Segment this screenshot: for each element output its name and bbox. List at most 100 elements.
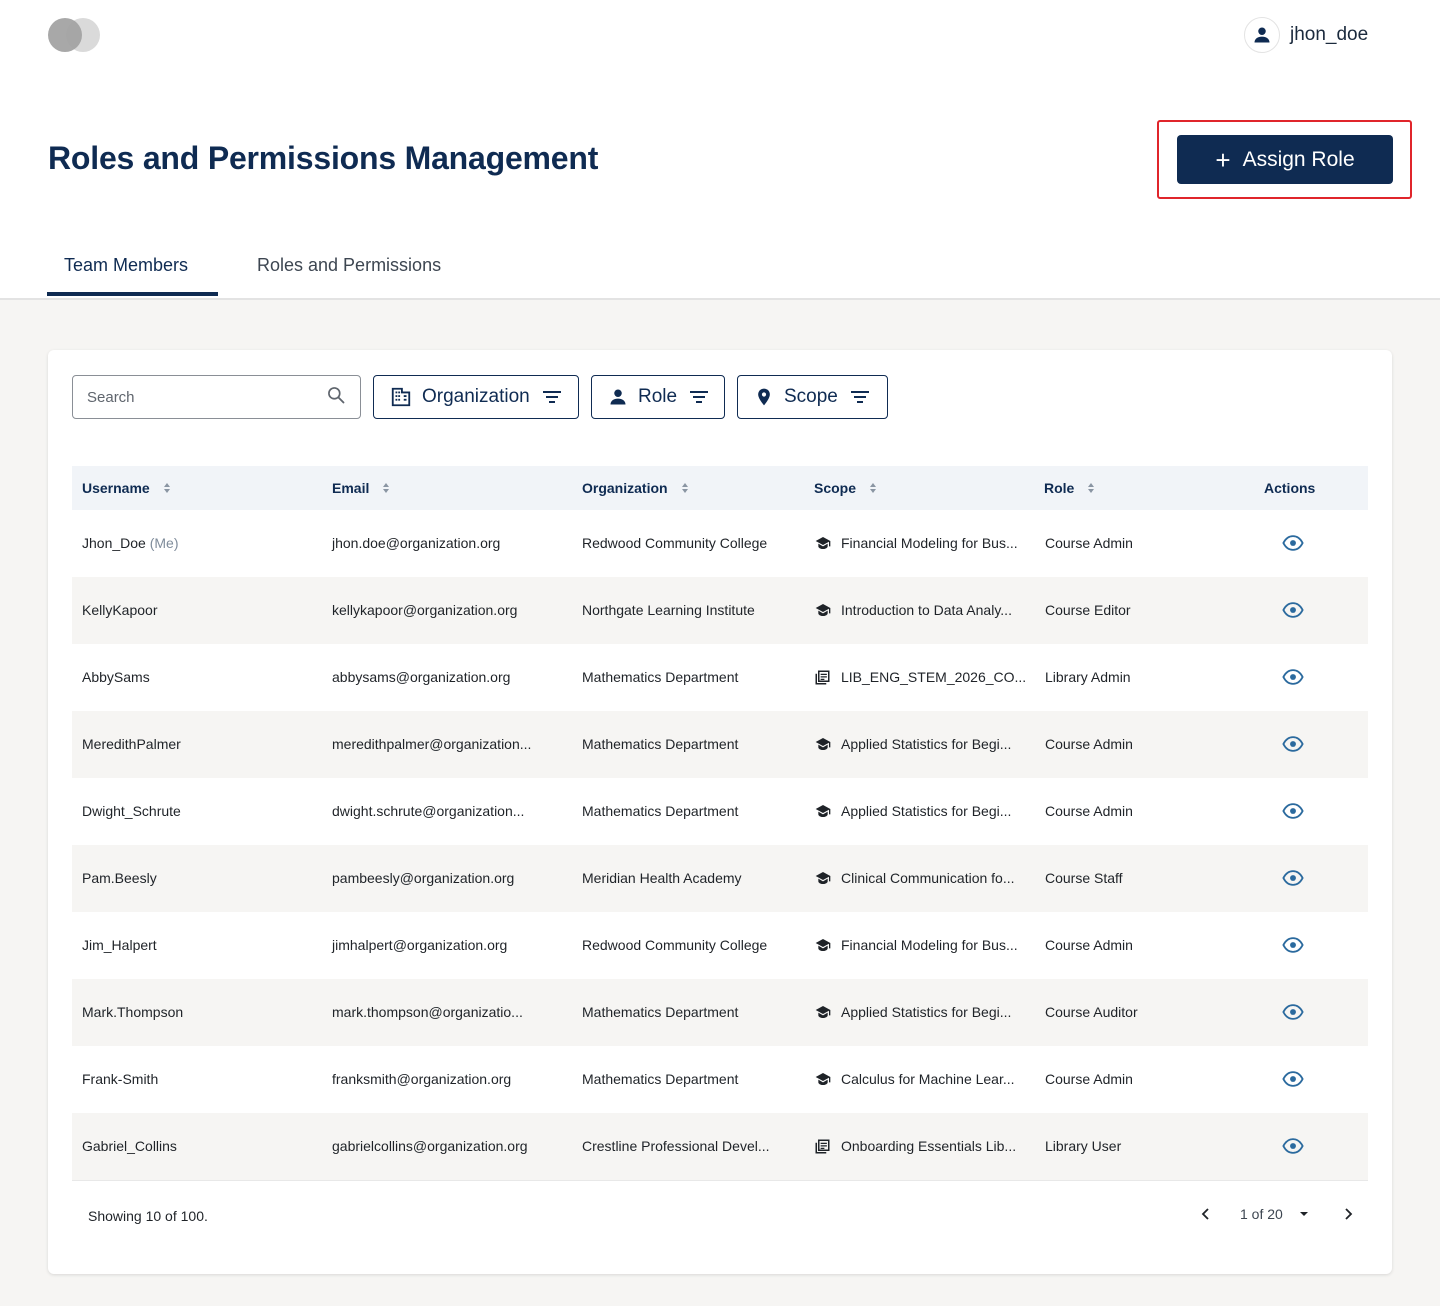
cell-role: Course Admin bbox=[1045, 535, 1133, 551]
cell-scope: Financial Modeling for Bus... bbox=[815, 535, 1018, 551]
cell-role: Course Admin bbox=[1045, 803, 1133, 819]
username: AbbySams bbox=[82, 669, 150, 685]
user-name: jhon_doe bbox=[1290, 24, 1369, 45]
scope-label: Onboarding Essentials Lib... bbox=[841, 1138, 1017, 1154]
column-header-actions: Actions bbox=[1264, 480, 1315, 496]
cell-scope: Onboarding Essentials Lib... bbox=[815, 1138, 1016, 1154]
cell-scope: Applied Statistics for Begi... bbox=[815, 803, 1011, 819]
previous-page-button[interactable] bbox=[1198, 1206, 1214, 1222]
view-eye-icon[interactable] bbox=[1282, 934, 1304, 961]
cell-email: mark.thompson@organizatio... bbox=[332, 1004, 523, 1020]
page-indicator: 1 of 20 bbox=[1240, 1206, 1283, 1222]
role-filter-button[interactable]: Role bbox=[591, 375, 725, 419]
logo bbox=[48, 18, 102, 52]
scope-filter-label: Scope bbox=[784, 386, 838, 407]
cell-username: Mark.Thompson bbox=[82, 1004, 183, 1020]
column-label: Username bbox=[82, 480, 150, 496]
assign-role-button[interactable]: + Assign Role bbox=[1177, 135, 1393, 184]
cell-email: franksmith@organization.org bbox=[332, 1071, 512, 1087]
filter-list-icon bbox=[542, 389, 562, 405]
table-row: Jhon_Doe (Me) jhon.doe@organization.org Re… bbox=[72, 510, 1368, 577]
view-eye-icon[interactable] bbox=[1282, 800, 1304, 827]
sort-icon[interactable] bbox=[381, 481, 391, 495]
cell-username: AbbySams bbox=[82, 669, 150, 685]
column-header-username[interactable]: Username bbox=[82, 480, 172, 496]
username: Jhon_Doe bbox=[82, 535, 146, 551]
table-row: Pam.Beesly pambeesly@organization.org Meri… bbox=[72, 845, 1368, 912]
table-row: Gabriel_Collins gabrielcollins@organizati… bbox=[72, 1113, 1368, 1180]
cell-scope: Calculus for Machine Lear... bbox=[815, 1071, 1015, 1087]
column-label: Actions bbox=[1264, 480, 1316, 496]
sort-icon[interactable] bbox=[162, 481, 172, 495]
column-header-email[interactable]: Email bbox=[332, 480, 391, 496]
role-filter-label: Role bbox=[638, 386, 678, 407]
table-row: AbbySams abbysams@organization.org Mathema… bbox=[72, 644, 1368, 711]
view-eye-icon[interactable] bbox=[1282, 867, 1304, 894]
cell-email: pambeesly@organization.org bbox=[332, 870, 515, 886]
table-header: Username Email Organization Scope Role A… bbox=[72, 466, 1368, 510]
graduation-cap-icon bbox=[815, 736, 831, 752]
graduation-cap-icon bbox=[815, 1004, 831, 1020]
column-header-organization[interactable]: Organization bbox=[582, 480, 690, 496]
cell-role: Library User bbox=[1045, 1138, 1122, 1154]
cell-organization: Mathematics Department bbox=[582, 803, 739, 819]
organization-filter-label: Organization bbox=[422, 386, 530, 407]
cell-organization: Mathematics Department bbox=[582, 669, 739, 685]
username: Jim_Halpert bbox=[82, 937, 157, 953]
user-menu[interactable]: jhon_doe bbox=[1244, 16, 1368, 54]
search-input[interactable] bbox=[87, 388, 326, 406]
graduation-cap-icon bbox=[815, 535, 831, 551]
scope-label: Applied Statistics for Begi... bbox=[841, 736, 1012, 752]
organization-filter-button[interactable]: Organization bbox=[373, 375, 579, 419]
view-eye-icon[interactable] bbox=[1282, 532, 1304, 559]
filter-list-icon bbox=[689, 389, 709, 405]
sort-icon[interactable] bbox=[1086, 481, 1096, 495]
column-label: Scope bbox=[814, 480, 857, 496]
graduation-cap-icon bbox=[815, 602, 831, 618]
table-divider bbox=[72, 1180, 1368, 1181]
cell-email: kellykapoor@organization.org bbox=[332, 602, 518, 618]
username: Gabriel_Collins bbox=[82, 1138, 177, 1154]
cell-email: dwight.schrute@organization... bbox=[332, 803, 525, 819]
cell-email: gabrielcollins@organization.org bbox=[332, 1138, 528, 1154]
column-label: Email bbox=[332, 480, 370, 496]
page-select[interactable]: 1 of 20 bbox=[1240, 1206, 1311, 1222]
view-eye-icon[interactable] bbox=[1282, 733, 1304, 760]
cell-organization: Redwood Community College bbox=[582, 535, 768, 551]
person-icon bbox=[608, 387, 628, 407]
tab-roles-and-permissions[interactable]: Roles and Permissions bbox=[257, 255, 441, 276]
view-eye-icon[interactable] bbox=[1282, 1001, 1304, 1028]
column-header-scope[interactable]: Scope bbox=[814, 480, 878, 496]
page-title: Roles and Permissions Management bbox=[48, 140, 599, 176]
view-eye-icon[interactable] bbox=[1282, 599, 1304, 626]
scope-label: Financial Modeling for Bus... bbox=[841, 937, 1018, 953]
scope-label: Clinical Communication fo... bbox=[841, 870, 1015, 886]
view-eye-icon[interactable] bbox=[1282, 1068, 1304, 1095]
column-header-role[interactable]: Role bbox=[1044, 480, 1096, 496]
view-eye-icon[interactable] bbox=[1282, 1135, 1304, 1162]
cell-organization: Mathematics Department bbox=[582, 1004, 739, 1020]
building-icon bbox=[390, 386, 412, 408]
column-label: Role bbox=[1044, 480, 1075, 496]
table-row: Dwight_Schrute dwight.schrute@organizatio… bbox=[72, 778, 1368, 845]
cell-username: Jhon_Doe (Me) bbox=[82, 535, 179, 551]
showing-count: Showing 10 of 100. bbox=[88, 1208, 208, 1224]
chevron-left-icon bbox=[1201, 1208, 1209, 1220]
table-row: Frank-Smith franksmith@organization.org Ma… bbox=[72, 1046, 1368, 1113]
search-icon[interactable] bbox=[326, 385, 346, 410]
sort-icon[interactable] bbox=[680, 481, 690, 495]
scope-label: LIB_ENG_STEM_2026_CO... bbox=[841, 669, 1027, 685]
scope-label: Calculus for Machine Lear... bbox=[841, 1071, 1015, 1087]
table-row: Jim_Halpert jimhalpert@organization.org Re… bbox=[72, 912, 1368, 979]
scope-filter-button[interactable]: Scope bbox=[737, 375, 888, 419]
sort-icon[interactable] bbox=[868, 481, 878, 495]
cell-organization: Mathematics Department bbox=[582, 1071, 739, 1087]
cell-role: Course Auditor bbox=[1045, 1004, 1138, 1020]
tab-team-members[interactable]: Team Members bbox=[64, 255, 188, 276]
cell-username: Pam.Beesly bbox=[82, 870, 157, 886]
plus-icon: + bbox=[1215, 144, 1231, 175]
next-page-button[interactable] bbox=[1340, 1206, 1356, 1222]
assign-role-highlight: + Assign Role bbox=[1157, 120, 1412, 199]
search-box[interactable] bbox=[72, 375, 361, 419]
view-eye-icon[interactable] bbox=[1282, 666, 1304, 693]
